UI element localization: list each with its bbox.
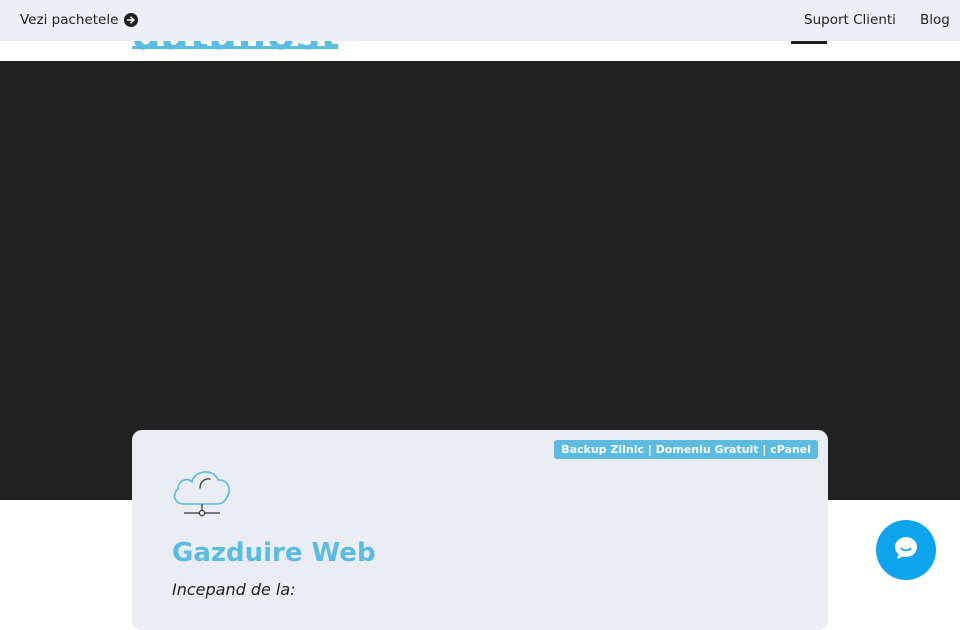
menu-toggle[interactable]: [791, 41, 827, 44]
logo-underline: [132, 46, 332, 49]
see-packages-link[interactable]: Vezi pachetele: [20, 12, 139, 28]
arrow-right-circle-icon: [124, 13, 139, 27]
hosting-card: Backup Zilnic | Domeniu Gratuit | cPanel…: [132, 430, 828, 630]
support-link[interactable]: Suport Clienti: [804, 12, 896, 28]
header: datahost: [0, 41, 960, 61]
top-bar: Vezi pachetele Suport Clienti Blog: [0, 0, 960, 41]
card-title: Gazduire Web: [172, 538, 376, 568]
logo[interactable]: datahost: [132, 41, 341, 59]
card-subtitle: Incepand de la:: [172, 580, 296, 599]
see-packages-label: Vezi pachetele: [20, 12, 119, 28]
cloud-server-icon: [170, 462, 234, 518]
blog-link[interactable]: Blog: [920, 12, 950, 28]
chat-button[interactable]: [876, 520, 936, 580]
features-badge: Backup Zilnic | Domeniu Gratuit | cPanel: [554, 440, 818, 459]
chat-bubble-icon: [893, 535, 919, 565]
